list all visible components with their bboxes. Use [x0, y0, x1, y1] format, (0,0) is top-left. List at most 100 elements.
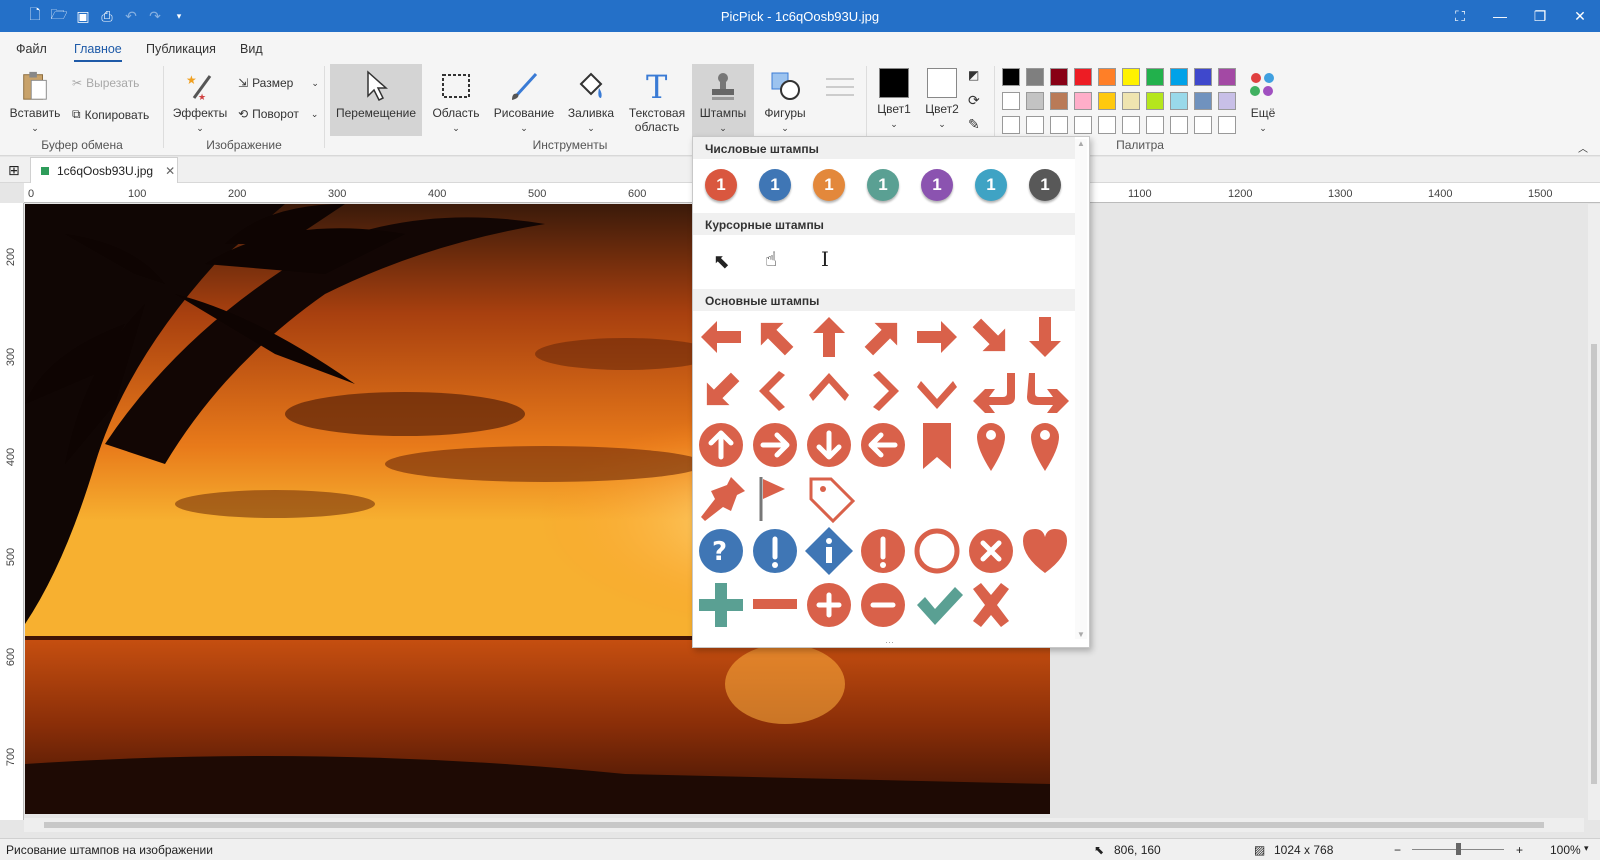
menu-home[interactable]: Главное: [74, 42, 122, 62]
svg-text:?: ?: [712, 537, 727, 567]
scissors-icon: ✂: [72, 76, 83, 90]
chevron-up-stamp: [809, 373, 849, 401]
group-tools: Инструменты: [532, 138, 608, 152]
region-tool-button[interactable]: Область ⌄: [428, 70, 484, 135]
color2-swatch: [927, 68, 957, 98]
capture-icon[interactable]: ⛶: [1440, 0, 1480, 32]
palette-swatch[interactable]: [1170, 92, 1188, 110]
palette-swatch[interactable]: [1170, 116, 1188, 134]
close-tab-icon[interactable]: ✕: [165, 164, 175, 178]
swap-colors-icon[interactable]: ⟳: [968, 92, 980, 109]
palette-swatch[interactable]: [1098, 116, 1116, 134]
flag-stamp: [763, 479, 785, 499]
palette-swatch[interactable]: [1170, 68, 1188, 86]
cursor-arrow-stamp[interactable]: ⬉: [713, 249, 730, 274]
popup-scrollbar[interactable]: ▲ ▼: [1075, 139, 1087, 639]
color2-button[interactable]: Цвет2 ⌄: [918, 68, 966, 131]
palette-swatch[interactable]: [1050, 68, 1068, 86]
zoom-in-button[interactable]: +: [1516, 843, 1523, 857]
color1-swatch: [879, 68, 909, 98]
resize-button[interactable]: ⇲ Размер ⌄: [238, 76, 319, 90]
text-area-button[interactable]: T Текстовая область: [626, 70, 688, 134]
palette-swatch[interactable]: [1218, 116, 1236, 134]
palette-swatch[interactable]: [1098, 92, 1116, 110]
number-stamp[interactable]: 1: [921, 169, 953, 201]
fill-tool-button[interactable]: Заливка ⌄: [562, 70, 620, 135]
paste-button[interactable]: Вставить ⌄: [8, 70, 62, 135]
palette-swatch[interactable]: [1098, 68, 1116, 86]
cursor-ibeam-stamp[interactable]: I: [821, 247, 829, 271]
palette-swatch[interactable]: [1122, 116, 1140, 134]
zoom-slider-thumb[interactable]: [1456, 843, 1461, 855]
palette-swatch[interactable]: [1146, 116, 1164, 134]
palette-swatch[interactable]: [1002, 92, 1020, 110]
eyedropper-icon[interactable]: ✎: [968, 116, 980, 133]
stamps-button[interactable]: Штампы ⌄: [692, 64, 754, 136]
palette-swatch[interactable]: [1146, 68, 1164, 86]
draw-tool-button[interactable]: Рисование ⌄: [492, 70, 556, 135]
palette-swatch[interactable]: [1050, 92, 1068, 110]
cursor-hand-stamp[interactable]: ☝: [765, 247, 777, 272]
arrow-left-stamp: [701, 321, 741, 353]
palette-swatch[interactable]: [1194, 116, 1212, 134]
palette-swatch[interactable]: [1146, 92, 1164, 110]
palette-swatch[interactable]: [1026, 116, 1044, 134]
status-hint: Рисование штампов на изображении: [6, 843, 213, 857]
status-bar: Рисование штампов на изображении ⬉ 806, …: [0, 838, 1600, 860]
palette-swatch[interactable]: [1002, 68, 1020, 86]
cut-button[interactable]: ✂ Вырезать: [72, 76, 139, 90]
palette-swatch[interactable]: [1194, 92, 1212, 110]
grid-view-icon[interactable]: ⊞: [8, 162, 20, 179]
restore-button[interactable]: ❐: [1520, 0, 1560, 32]
move-tool-button[interactable]: Перемещение: [330, 64, 422, 136]
svg-text:★: ★: [186, 73, 197, 87]
palette-swatch[interactable]: [1122, 68, 1140, 86]
color1-button[interactable]: Цвет1 ⌄: [870, 68, 918, 131]
window-title: PicPick - 1c6qOosb93U.jpg: [720, 9, 880, 24]
chevron-left-stamp: [759, 371, 785, 411]
number-stamp[interactable]: 1: [867, 169, 899, 201]
arrow-down-right-stamp: [972, 318, 1006, 352]
zoom-dropdown-icon[interactable]: ▾: [1584, 843, 1589, 854]
default-colors-icon[interactable]: ◩: [968, 68, 979, 82]
zoom-level[interactable]: 100%: [1550, 843, 1581, 857]
palette-swatch[interactable]: [1074, 68, 1092, 86]
number-stamp[interactable]: 1: [759, 169, 791, 201]
plus-green-stamp: [699, 583, 743, 627]
number-stamp[interactable]: 1: [1029, 169, 1061, 201]
menu-publish[interactable]: Публикация: [146, 42, 216, 56]
arrow-right-stamp: [917, 321, 957, 353]
rotate-button[interactable]: ⟲ Поворот ⌄: [238, 107, 318, 121]
close-button[interactable]: ✕: [1560, 0, 1600, 32]
resize-grip-icon[interactable]: ···: [885, 637, 894, 647]
palette-swatch[interactable]: [1074, 92, 1092, 110]
menu-file[interactable]: Файл: [16, 42, 47, 56]
effects-button[interactable]: ★ ★ Эффекты ⌄: [170, 70, 230, 135]
document-tab[interactable]: 1c6qOosb93U.jpg ✕: [30, 157, 178, 183]
clipboard-icon: [23, 71, 47, 100]
palette-swatch[interactable]: [1026, 92, 1044, 110]
line-weight-icon: [826, 78, 854, 96]
palette-swatch[interactable]: [1218, 68, 1236, 86]
palette-swatch[interactable]: [1218, 92, 1236, 110]
more-colors-button[interactable]: Ещё ⌄: [1244, 70, 1282, 135]
palette-swatch[interactable]: [1050, 116, 1068, 134]
number-stamp[interactable]: 1: [975, 169, 1007, 201]
palette-swatch[interactable]: [1002, 116, 1020, 134]
palette-swatch[interactable]: [1026, 68, 1044, 86]
number-stamp[interactable]: 1: [813, 169, 845, 201]
palette-swatch[interactable]: [1122, 92, 1140, 110]
copy-button[interactable]: ⧉ Копировать: [72, 107, 149, 122]
collapse-ribbon-icon[interactable]: ︿: [1578, 140, 1588, 155]
number-stamp[interactable]: 1: [705, 169, 737, 201]
palette-swatch[interactable]: [1074, 116, 1092, 134]
palette-swatch[interactable]: [1194, 68, 1212, 86]
minimize-button[interactable]: —: [1480, 0, 1520, 32]
horizontal-scrollbar[interactable]: [24, 818, 1584, 832]
arrow-up-stamp: [813, 317, 845, 357]
color-dots-icon: [1250, 73, 1274, 96]
menu-view[interactable]: Вид: [240, 42, 263, 56]
shapes-button[interactable]: Фигуры ⌄: [756, 70, 814, 135]
vertical-scrollbar[interactable]: [1588, 204, 1600, 820]
zoom-out-button[interactable]: −: [1394, 843, 1401, 857]
